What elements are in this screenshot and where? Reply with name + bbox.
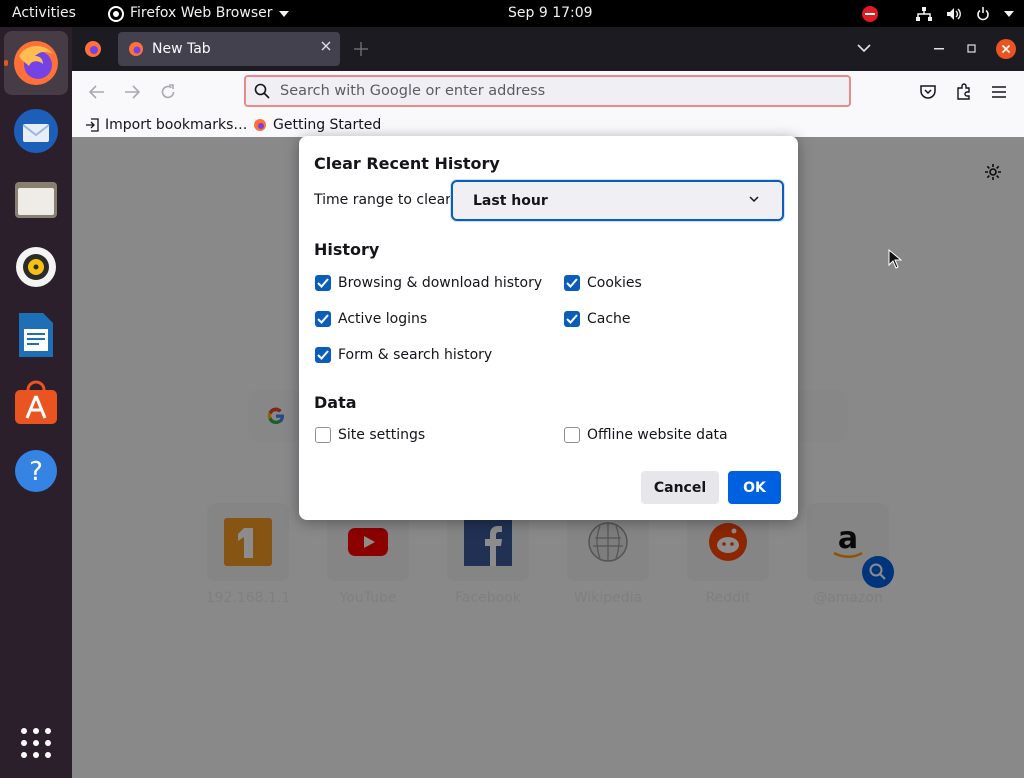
extensions-icon[interactable] xyxy=(956,83,972,100)
clear-history-dialog: Clear Recent History Time range to clear… xyxy=(299,136,798,520)
dock-show-apps[interactable] xyxy=(4,711,68,775)
cancel-button[interactable]: Cancel xyxy=(641,471,719,504)
caret-down-icon xyxy=(278,10,289,17)
checkbox-label: Site settings xyxy=(338,427,426,443)
firefox-tab-icon xyxy=(129,42,143,56)
history-heading: History xyxy=(314,240,380,259)
new-tab-icon[interactable] xyxy=(354,42,368,56)
app-menu-label: Firefox Web Browser xyxy=(130,5,273,21)
activities-button[interactable]: Activities xyxy=(12,0,76,27)
dock-help[interactable]: ? xyxy=(4,439,68,503)
top-bar: Activities Firefox Web Browser Sep 9 17:… xyxy=(0,0,1024,27)
bookmark-label: Import bookmarks… xyxy=(105,117,248,133)
close-window-icon[interactable] xyxy=(996,39,1016,59)
ok-button[interactable]: OK xyxy=(728,471,781,504)
thunderbird-icon xyxy=(14,109,58,153)
dock-software[interactable] xyxy=(4,371,68,435)
checkbox-cache[interactable]: Cache xyxy=(564,311,631,327)
time-range-value: Last hour xyxy=(473,192,548,209)
import-bookmarks-link[interactable]: Import bookmarks… xyxy=(86,117,247,133)
checkbox-form-search-history[interactable]: Form & search history xyxy=(315,347,492,363)
help-icon: ? xyxy=(15,450,57,492)
forward-icon[interactable] xyxy=(124,85,140,99)
checkbox-label: Browsing & download history xyxy=(338,275,543,291)
chevron-down-icon xyxy=(749,196,759,203)
volume-icon xyxy=(947,7,961,20)
dock: ? xyxy=(0,27,72,778)
checkbox-label: Form & search history xyxy=(338,347,493,363)
do-not-disturb-icon xyxy=(862,5,878,22)
maximize-icon[interactable] xyxy=(967,44,976,53)
checkbox-checked-icon xyxy=(315,347,331,363)
rhythmbox-icon xyxy=(16,247,56,287)
dock-firefox[interactable] xyxy=(4,31,68,95)
checkbox-cookies[interactable]: Cookies xyxy=(564,275,642,291)
power-icon xyxy=(977,6,989,20)
checkbox-site-settings[interactable]: Site settings xyxy=(315,427,425,443)
dialog-title: Clear Recent History xyxy=(314,154,500,173)
pocket-icon[interactable] xyxy=(920,84,936,99)
reload-icon[interactable] xyxy=(160,84,176,100)
checkbox-offline-website-data[interactable]: Offline website data xyxy=(564,427,728,443)
svg-text:?: ? xyxy=(29,457,43,487)
minimize-icon[interactable] xyxy=(934,48,944,50)
network-icon xyxy=(916,6,932,21)
checkbox-checked-icon xyxy=(564,275,580,291)
tab-bar: New Tab xyxy=(72,27,1024,71)
caret-down-icon xyxy=(1004,10,1014,17)
firefox-small-icon xyxy=(108,5,124,22)
running-indicator xyxy=(4,60,8,66)
checkbox-unchecked-icon xyxy=(564,427,580,443)
tab-new-tab[interactable]: New Tab xyxy=(118,32,340,66)
back-icon[interactable] xyxy=(89,85,105,99)
close-tab-icon[interactable] xyxy=(320,40,332,52)
firefox-icon xyxy=(14,41,58,85)
show-apps-icon xyxy=(21,728,51,758)
checkbox-label: Cache xyxy=(587,311,631,327)
firefox-view-icon[interactable] xyxy=(84,40,102,58)
getting-started-link[interactable]: Getting Started xyxy=(253,117,381,133)
nav-bar: Search with Google or enter address xyxy=(72,71,1024,113)
writer-icon xyxy=(19,313,53,357)
software-icon xyxy=(15,380,57,424)
list-tabs-icon[interactable] xyxy=(857,43,871,53)
tab-title: New Tab xyxy=(152,41,211,57)
dock-files[interactable] xyxy=(4,167,68,231)
url-bar-placeholder: Search with Google or enter address xyxy=(280,83,546,99)
checkbox-label: Active logins xyxy=(338,311,428,327)
checkbox-label: Cookies xyxy=(587,275,642,291)
files-icon xyxy=(15,182,57,218)
dock-writer[interactable] xyxy=(4,303,68,367)
firefox-bookmark-icon xyxy=(254,119,266,131)
search-icon xyxy=(254,83,270,99)
status-area[interactable] xyxy=(862,0,1014,27)
menu-icon[interactable] xyxy=(992,86,1006,98)
checkbox-checked-icon xyxy=(315,311,331,327)
checkbox-checked-icon xyxy=(315,275,331,291)
import-icon xyxy=(86,118,99,132)
checkbox-unchecked-icon xyxy=(315,427,331,443)
dock-thunderbird[interactable] xyxy=(4,99,68,163)
mouse-pointer-icon xyxy=(888,249,902,269)
checkbox-browsing-history[interactable]: Browsing & download history xyxy=(315,275,542,291)
checkbox-label: Offline website data xyxy=(587,427,728,443)
checkbox-checked-icon xyxy=(564,311,580,327)
dock-rhythmbox[interactable] xyxy=(4,235,68,299)
time-range-select[interactable]: Last hour xyxy=(451,180,784,221)
checkbox-active-logins[interactable]: Active logins xyxy=(315,311,427,327)
bookmark-label: Getting Started xyxy=(273,117,382,133)
app-menu[interactable]: Firefox Web Browser xyxy=(108,0,289,27)
time-range-label: Time range to clear: xyxy=(314,192,456,208)
clock[interactable]: Sep 9 17:09 xyxy=(508,0,593,27)
data-heading: Data xyxy=(314,393,357,412)
url-bar[interactable]: Search with Google or enter address xyxy=(244,75,851,107)
